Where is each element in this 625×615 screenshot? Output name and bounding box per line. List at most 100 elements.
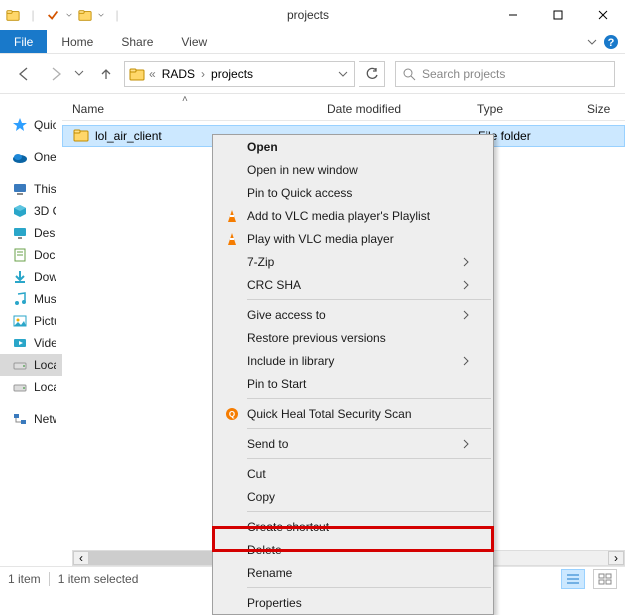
menu-item-label: CRC SHA bbox=[243, 278, 459, 292]
sidebar-item-label: Local Disk (D:) bbox=[34, 380, 56, 394]
address-bar[interactable]: « RADS › projects bbox=[124, 61, 355, 87]
status-selected: 1 item selected bbox=[58, 572, 139, 586]
sidebar-item-label: This PC bbox=[34, 182, 56, 196]
ribbon-chevron-icon[interactable] bbox=[581, 30, 603, 53]
menu-item-send-to[interactable]: Send to bbox=[213, 432, 493, 455]
sidebar-item-label: Videos bbox=[34, 336, 56, 350]
scroll-left-icon[interactable]: ‹ bbox=[73, 551, 89, 565]
menu-item-label: Play with VLC media player bbox=[243, 232, 473, 246]
menu-item-add-to-vlc-media-player-s-playlist[interactable]: Add to VLC media player's Playlist bbox=[213, 204, 493, 227]
menu-item-delete[interactable]: Delete bbox=[213, 538, 493, 561]
menu-item-label: Rename bbox=[243, 566, 473, 580]
menu-item-pin-to-start[interactable]: Pin to Start bbox=[213, 372, 493, 395]
menu-item-cut[interactable]: Cut bbox=[213, 462, 493, 485]
menu-separator bbox=[247, 299, 491, 300]
search-box[interactable]: Search projects bbox=[395, 61, 615, 87]
sidebar-item[interactable]: Videos bbox=[0, 332, 62, 354]
qat-properties-icon[interactable] bbox=[44, 6, 62, 24]
menu-item-rename[interactable]: Rename bbox=[213, 561, 493, 584]
column-date[interactable]: Date modified bbox=[327, 102, 477, 116]
drive-icon bbox=[12, 357, 28, 373]
folder-icon bbox=[73, 127, 89, 146]
breadcrumb-rads[interactable]: RADS bbox=[158, 67, 199, 81]
icons-view-button[interactable] bbox=[593, 569, 617, 589]
qat-separator: | bbox=[108, 6, 126, 24]
minimize-button[interactable] bbox=[490, 0, 535, 30]
svg-text:?: ? bbox=[608, 37, 615, 49]
title-bar: | | projects bbox=[0, 0, 625, 30]
file-type: File folder bbox=[478, 129, 588, 143]
onedrive-icon bbox=[12, 149, 28, 165]
sidebar-item[interactable]: Local Disk (C:) bbox=[0, 354, 62, 376]
address-dropdown-icon[interactable] bbox=[334, 69, 352, 79]
navigation-pane[interactable]: Quick access OneDrive This PC 3D Objects Des… bbox=[0, 94, 62, 566]
menu-separator bbox=[247, 511, 491, 512]
menu-item-pin-to-quick-access[interactable]: Pin to Quick access bbox=[213, 181, 493, 204]
tab-share[interactable]: Share bbox=[107, 30, 167, 53]
menu-item-label: Pin to Quick access bbox=[243, 186, 473, 200]
quickheal-icon: Q bbox=[221, 406, 243, 422]
sidebar-item-label: Downloads bbox=[34, 270, 56, 284]
sidebar-item[interactable]: This PC bbox=[0, 178, 62, 200]
maximize-button[interactable] bbox=[535, 0, 580, 30]
menu-item-quick-heal-total-security-scan[interactable]: QQuick Heal Total Security Scan bbox=[213, 402, 493, 425]
menu-item-properties[interactable]: Properties bbox=[213, 591, 493, 614]
sidebar-item-label: OneDrive bbox=[34, 150, 56, 164]
tab-home[interactable]: Home bbox=[47, 30, 107, 53]
menu-item-copy[interactable]: Copy bbox=[213, 485, 493, 508]
sidebar-item[interactable]: Local Disk (D:) bbox=[0, 376, 62, 398]
sidebar-item[interactable]: Downloads bbox=[0, 266, 62, 288]
address-folder-icon bbox=[127, 66, 147, 82]
nav-bar: « RADS › projects Search projects bbox=[0, 54, 625, 94]
sidebar-item[interactable]: Documents bbox=[0, 244, 62, 266]
history-dropdown-icon[interactable] bbox=[74, 67, 88, 81]
folder-icon bbox=[76, 6, 94, 24]
sidebar-item-label: 3D Objects bbox=[34, 204, 56, 218]
menu-item-label: Pin to Start bbox=[243, 377, 473, 391]
sidebar-item[interactable]: 3D Objects bbox=[0, 200, 62, 222]
sidebar-item-label: Music bbox=[34, 292, 56, 306]
scroll-right-icon[interactable]: › bbox=[608, 551, 624, 565]
forward-button[interactable] bbox=[42, 60, 70, 88]
menu-item-label: Cut bbox=[243, 467, 473, 481]
chevron-right-icon bbox=[459, 356, 473, 366]
doc-icon bbox=[12, 247, 28, 263]
vlc-icon bbox=[221, 208, 243, 224]
menu-item-open-in-new-window[interactable]: Open in new window bbox=[213, 158, 493, 181]
refresh-button[interactable] bbox=[359, 61, 385, 87]
sidebar-item[interactable]: Network bbox=[0, 408, 62, 430]
sidebar-item[interactable]: Quick access bbox=[0, 114, 62, 136]
sidebar-item[interactable]: OneDrive bbox=[0, 146, 62, 168]
tab-view[interactable]: View bbox=[167, 30, 221, 53]
menu-item-label: Create shortcut bbox=[243, 520, 473, 534]
menu-item-label: Open in new window bbox=[243, 163, 473, 177]
breadcrumb-projects[interactable]: projects bbox=[207, 67, 257, 81]
qat-dropdown2-icon[interactable] bbox=[96, 6, 106, 24]
help-icon[interactable]: ? bbox=[603, 30, 625, 53]
chevron-right-icon[interactable]: › bbox=[199, 67, 207, 81]
details-view-button[interactable] bbox=[561, 569, 585, 589]
qat-dropdown-icon[interactable] bbox=[64, 6, 74, 24]
column-type[interactable]: Type bbox=[477, 102, 587, 116]
picture-icon bbox=[12, 313, 28, 329]
close-button[interactable] bbox=[580, 0, 625, 30]
menu-item-open[interactable]: Open bbox=[213, 135, 493, 158]
up-button[interactable] bbox=[92, 60, 120, 88]
menu-item-restore-previous-versions[interactable]: Restore previous versions bbox=[213, 326, 493, 349]
column-name[interactable]: ˄Name bbox=[72, 102, 327, 116]
sidebar-item-label: Local Disk (C:) bbox=[34, 358, 56, 372]
sidebar-item[interactable]: Pictures bbox=[0, 310, 62, 332]
breadcrumb-sep-icon[interactable]: « bbox=[147, 67, 158, 81]
sidebar-item[interactable]: Music bbox=[0, 288, 62, 310]
menu-item-play-with-vlc-media-player[interactable]: Play with VLC media player bbox=[213, 227, 493, 250]
menu-item-include-in-library[interactable]: Include in library bbox=[213, 349, 493, 372]
menu-item-give-access-to[interactable]: Give access to bbox=[213, 303, 493, 326]
menu-item-create-shortcut[interactable]: Create shortcut bbox=[213, 515, 493, 538]
menu-item-7-zip[interactable]: 7-Zip bbox=[213, 250, 493, 273]
menu-item-label: Include in library bbox=[243, 354, 459, 368]
back-button[interactable] bbox=[10, 60, 38, 88]
menu-item-crc-sha[interactable]: CRC SHA bbox=[213, 273, 493, 296]
sidebar-item[interactable]: Desktop bbox=[0, 222, 62, 244]
file-tab[interactable]: File bbox=[0, 30, 47, 53]
column-size[interactable]: Size bbox=[587, 102, 625, 116]
